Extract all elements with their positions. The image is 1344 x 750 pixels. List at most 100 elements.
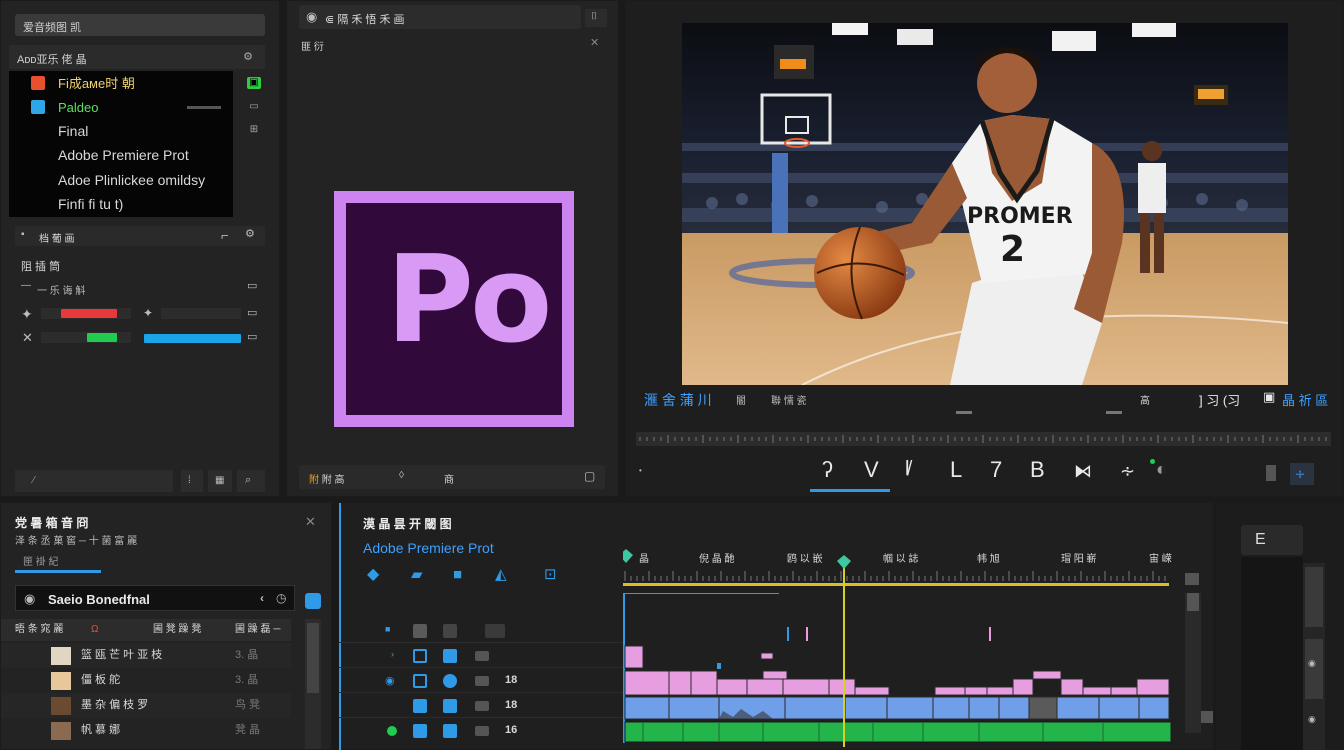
sound-icon[interactable] [475,651,489,661]
sound-icon[interactable] [475,726,489,736]
step-forward-button[interactable]: B [1030,459,1045,481]
eye-icon[interactable] [413,624,427,638]
timeline-zoom-button[interactable] [1185,573,1199,585]
add-icon[interactable]: ✦ [143,307,153,319]
search-icon[interactable]: ⌕ [237,470,265,492]
insert-button[interactable]: ⧑ [1074,462,1092,480]
new-item-icon[interactable]: ▣ [247,77,261,89]
video-track-icon[interactable] [443,699,457,713]
film-icon[interactable] [413,699,427,713]
sync-icon[interactable]: ■ [385,624,399,638]
folder-icon[interactable]: ▰ [411,567,423,582]
toggle-icon[interactable]: ◉ [385,674,399,688]
dot-icon[interactable]: • [639,467,642,475]
monitor-time-ruler[interactable] [636,432,1331,446]
effects-search-input[interactable]: ◉ Saeio Bonedfnal ‹ ◷ [15,585,295,611]
new-effect-button[interactable] [305,593,321,609]
video-track-icon[interactable] [443,724,457,738]
diamond-icon[interactable]: ◆ [367,567,379,583]
gear-icon[interactable]: ⚙ [245,229,255,240]
effect-row[interactable]: 篮 瓯 芒 叶 亚 枝 3. 晶 [1,643,291,668]
film-icon[interactable] [413,724,427,738]
meter-right[interactable]: ◉ ◉ [1303,563,1325,750]
add-icon[interactable]: ✦ [21,307,33,321]
list-icon[interactable]: ▪ [21,230,25,240]
play-button[interactable]: 7 [990,459,1002,481]
scrub-handle-2[interactable] [1106,411,1122,414]
overwrite-button[interactable]: ∻ [1120,462,1135,480]
scroll-thumb[interactable] [307,623,319,693]
bin-item-1[interactable]: Fi成aᴍe时 朝 [9,72,233,94]
box-icon[interactable]: ▭ [247,308,257,319]
bin-item-5[interactable]: Adoe Plinlickee omildsy [9,169,233,191]
camera-icon[interactable]: ◐ [1156,460,1167,478]
track-header[interactable]: ◉ 18 [339,669,623,693]
arrow-icon[interactable]: › [391,649,405,663]
corner-icon[interactable]: ⌐ [221,229,229,242]
square-icon[interactable]: ■ [453,567,462,582]
mark-in-button[interactable]: ʔ [822,459,833,481]
expand-icon[interactable]: ▢ [584,470,595,482]
knob-icon[interactable]: ◉ [1308,659,1316,668]
grid-icon[interactable]: ▦ [208,470,232,492]
square-icon[interactable]: ▣ [1263,390,1275,403]
bin-item-3[interactable]: Final [9,120,233,142]
folder-icon[interactable]: ⊞ [247,124,261,136]
step-back-button[interactable]: Ɩ̸ [905,459,909,479]
close-icon[interactable]: ✕ [305,515,316,528]
track-header[interactable]: › [339,644,623,668]
video-track-icon[interactable] [443,674,457,688]
record-icon[interactable] [387,726,397,736]
green-level-bar[interactable] [87,333,117,342]
sound-icon[interactable] [475,701,489,711]
effect-row[interactable]: 帆 慕 娜 凳 晶 [1,718,291,743]
effect-row[interactable]: 墨 杂 偏 枝 罗 鸟 凳 [1,693,291,718]
bin-item-4[interactable]: Adobe Premiere Prot [9,144,233,166]
project-search-input[interactable]: 爱音频图 凯 [15,14,265,36]
meter-knob-1[interactable] [1305,567,1323,627]
mark-out-button[interactable]: V [864,459,879,481]
effects-tab[interactable]: 匣 褂 紀 [23,553,59,568]
track-header[interactable]: 18 [339,694,623,718]
red-level-bar[interactable] [61,309,117,318]
scrub-handle-1[interactable] [956,411,972,414]
marker-icon[interactable]: ◊ [399,471,404,481]
timeline-scroll-end[interactable] [1201,711,1213,723]
track-header[interactable]: ■ [339,619,623,643]
lock-icon[interactable]: ▭ [247,281,257,292]
knob-icon[interactable]: ◉ [1308,715,1316,724]
plus-icon[interactable]: ⧾ [1290,463,1314,485]
video-track-icon[interactable] [443,649,457,663]
snap-icon[interactable]: ◭ [495,567,507,582]
close-icon[interactable]: ✕ [590,38,599,49]
close-icon[interactable]: ✕ [22,331,33,344]
bin-item-2[interactable]: Paldeo [9,96,233,118]
track-header[interactable]: 16 [339,719,623,743]
bin-header[interactable]: Aᴅᴅ亚乐 佬 晶 ⚙ [9,45,265,69]
slider-icon[interactable]: ⁞ [181,470,203,492]
vscroll-thumb[interactable] [1187,593,1199,611]
box-icon[interactable]: ▭ [247,332,257,343]
minus-icon[interactable]: ▭ [247,101,261,113]
meter-knob-2[interactable] [1305,639,1323,699]
lock-icon[interactable] [443,624,457,638]
effect-row[interactable]: 僵 板 舵 3. 晶 [1,668,291,693]
bin-item-6[interactable]: Finfi fi tu t) [9,193,233,215]
export-icon[interactable] [1266,465,1276,481]
menu-icon[interactable]: ⌷ [585,9,607,27]
timeline-vscroll[interactable] [1185,593,1201,733]
blue-level-bar[interactable] [144,334,241,343]
meter-header[interactable]: E [1241,525,1303,555]
timeline-tracks[interactable] [623,547,1213,747]
settings-icon[interactable]: ⚙ [243,50,253,63]
chevron-left-icon[interactable]: ‹ [260,592,264,604]
target-icon[interactable] [485,624,505,638]
effects-scrollbar[interactable] [305,619,321,749]
sound-icon[interactable] [475,676,489,686]
play-back-button[interactable]: L [950,459,962,481]
film-icon[interactable] [413,674,427,688]
clock-icon[interactable]: ◷ [276,592,286,604]
film-icon[interactable] [413,649,427,663]
source-tab[interactable]: ◉ ⋐ 隔 禾 悟 禾 画 [299,5,581,29]
link-icon[interactable]: ⊡ [544,567,557,582]
